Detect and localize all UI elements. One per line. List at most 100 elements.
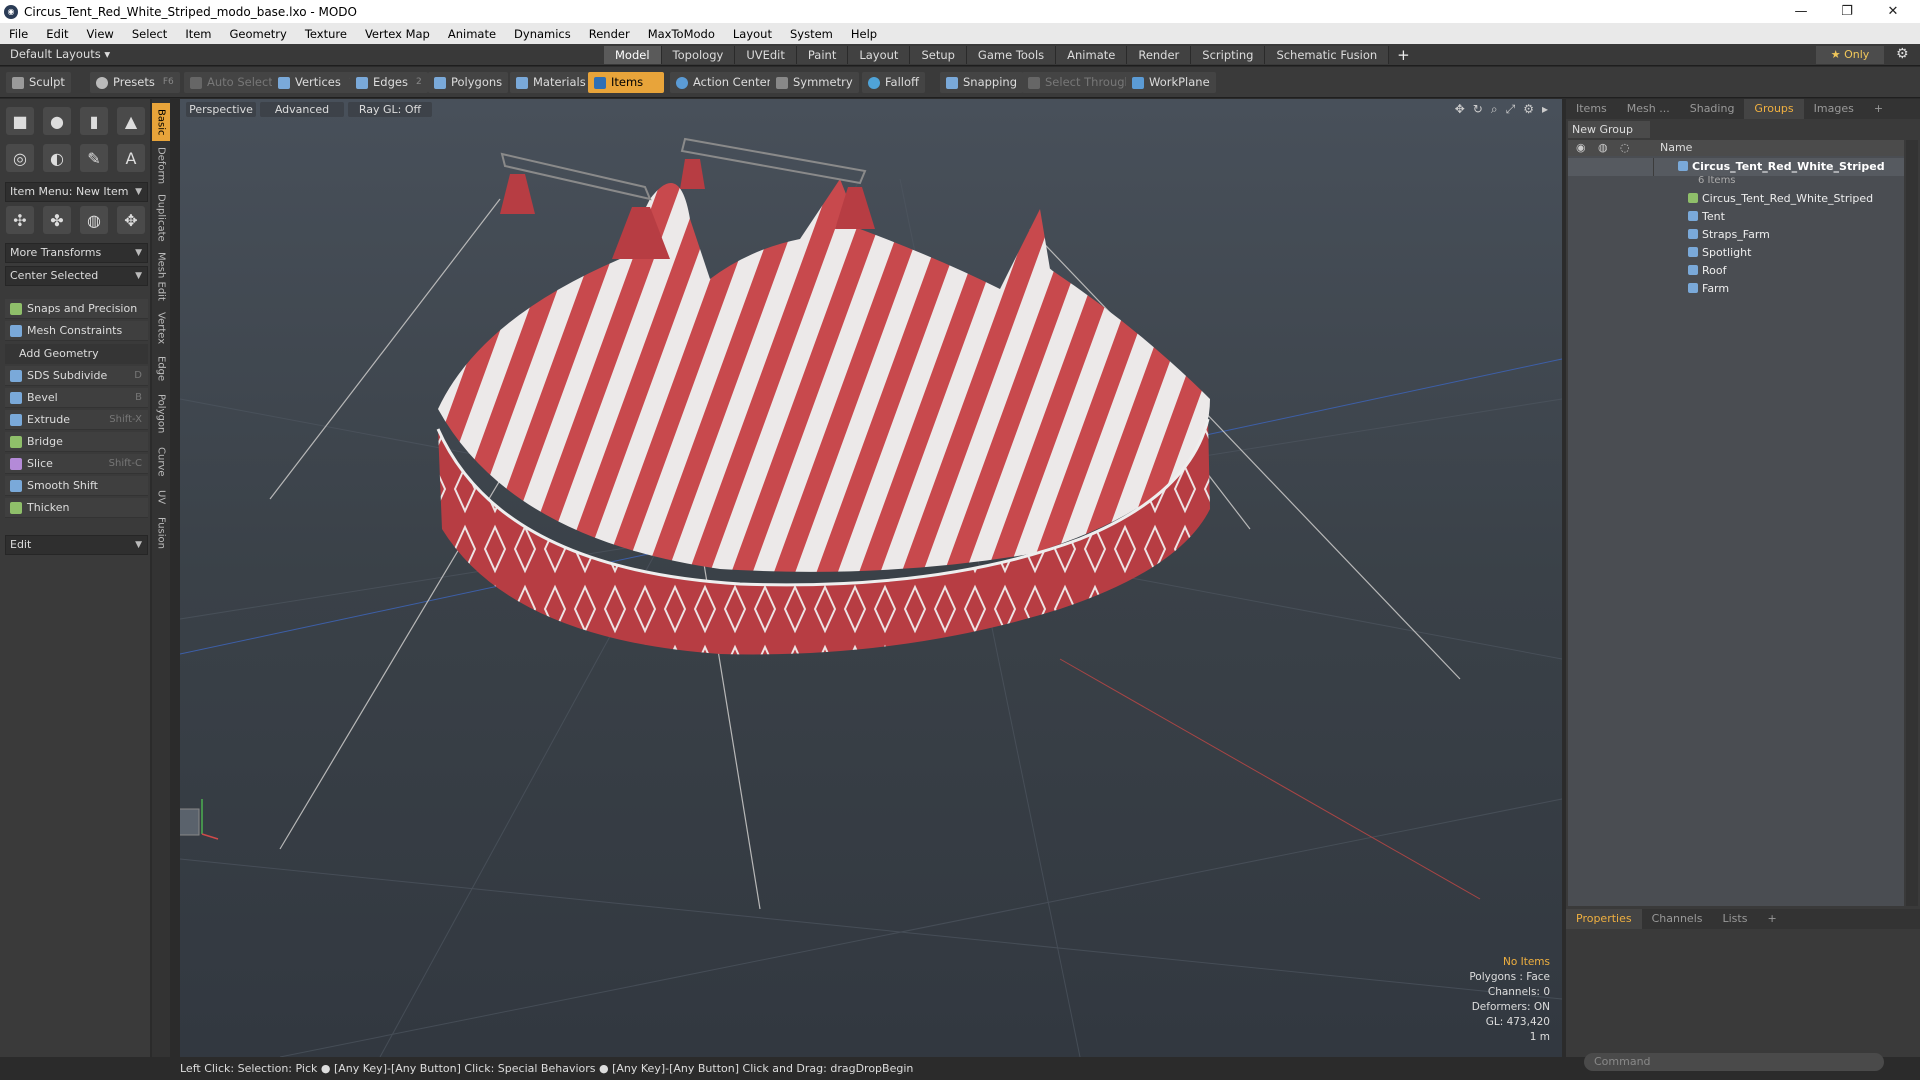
tab-topology[interactable]: Topology [661, 46, 736, 64]
add-tab-icon[interactable]: + [1397, 46, 1410, 64]
add-geometry-section[interactable]: Add Geometry [5, 344, 148, 364]
tool-bridge[interactable]: Bridge [5, 432, 148, 452]
cylinder-icon[interactable]: ▮ [80, 107, 108, 135]
menu-dynamics[interactable]: Dynamics [505, 27, 580, 41]
scale-icon[interactable]: ◍ [80, 206, 108, 234]
eye-icon[interactable]: ◉ [1576, 140, 1586, 156]
vtab-edge[interactable]: Edge [152, 353, 170, 385]
render-icon[interactable]: ◌ [1620, 140, 1630, 156]
auto-select-button[interactable]: Auto Select [184, 72, 279, 93]
default-layouts-dropdown[interactable]: Default Layouts ▾ [10, 47, 110, 61]
move-icon[interactable]: ✣ [6, 206, 34, 234]
tool-slice[interactable]: Slice Shift-C [5, 454, 148, 474]
falloff-button[interactable]: Falloff [862, 72, 925, 93]
3d-viewport[interactable]: Perspective Advanced Ray GL: Off ✥ ↻ ⌕ ⤢… [180, 99, 1562, 1057]
lock-icon[interactable]: ◍ [1598, 140, 1608, 156]
symmetry-button[interactable]: Symmetry [770, 72, 859, 93]
tab-mesh[interactable]: Mesh ... [1617, 99, 1680, 119]
menu-select[interactable]: Select [123, 27, 176, 41]
edges-button[interactable]: Edges 2 [350, 72, 428, 93]
tab-render[interactable]: Render [1127, 46, 1192, 64]
vtab-mesh-edit[interactable]: Mesh Edit [152, 249, 170, 303]
menu-view[interactable]: View [78, 27, 123, 41]
tab-images[interactable]: Images [1804, 99, 1864, 119]
capsule-icon[interactable]: ◐ [43, 144, 71, 172]
tab-shading[interactable]: Shading [1680, 99, 1745, 119]
new-group-button[interactable]: New Group [1568, 121, 1650, 138]
tool-thicken[interactable]: Thicken [5, 498, 148, 518]
torus-icon[interactable]: ◎ [6, 144, 34, 172]
zoom-icon[interactable]: ⌕ [1491, 102, 1498, 117]
center-selected-dropdown[interactable]: Center Selected ▼ [5, 266, 148, 286]
vtab-uv[interactable]: UV [152, 485, 170, 509]
menu-geometry[interactable]: Geometry [221, 27, 296, 41]
sculpt-button[interactable]: Sculpt [6, 72, 71, 93]
tab-scripting[interactable]: Scripting [1191, 46, 1266, 64]
vtab-vertex[interactable]: Vertex [152, 307, 170, 349]
close-icon[interactable]: ✕ [1870, 0, 1916, 23]
advanced-button[interactable]: Advanced [260, 102, 344, 117]
menu-edit[interactable]: Edit [37, 27, 77, 41]
mesh-constraints-item[interactable]: Mesh Constraints [5, 321, 148, 341]
snapping-button[interactable]: Snapping [940, 72, 1024, 93]
tab-properties[interactable]: Properties [1566, 909, 1642, 929]
vtab-polygon[interactable]: Polygon [152, 389, 170, 439]
raygl-button[interactable]: Ray GL: Off [348, 102, 432, 117]
presets-button[interactable]: Presets F6 [90, 72, 180, 93]
transform-icon[interactable]: ✥ [117, 206, 145, 234]
vertices-button[interactable]: Vertices1 [272, 72, 361, 93]
pan-icon[interactable]: ✥ [1455, 102, 1465, 117]
minimize-icon[interactable]: — [1778, 0, 1824, 23]
tab-layout[interactable]: Layout [848, 46, 911, 64]
settings-icon[interactable]: ⚙ [1523, 102, 1534, 117]
tree-item-roof[interactable]: Roof [1568, 262, 1904, 280]
menu-help[interactable]: Help [842, 27, 886, 41]
orbit-icon[interactable]: ↻ [1473, 102, 1483, 117]
gear-icon[interactable]: ⚙ [1896, 46, 1909, 62]
cube-icon[interactable]: ■ [6, 107, 34, 135]
tree-scrollbar[interactable] [1906, 140, 1918, 906]
tree-item-circus-tent[interactable]: Circus_Tent_Red_White_Striped [1568, 190, 1904, 208]
tool-bevel[interactable]: Bevel B [5, 388, 148, 408]
tool-smooth-shift[interactable]: Smooth Shift [5, 476, 148, 496]
menu-item[interactable]: Item [176, 27, 220, 41]
menu-file[interactable]: File [0, 27, 37, 41]
tool-sds-subdivide[interactable]: SDS Subdivide D [5, 366, 148, 386]
vtab-duplicate[interactable]: Duplicate [152, 191, 170, 245]
vtab-fusion[interactable]: Fusion [152, 513, 170, 553]
vtab-basic[interactable]: Basic [152, 103, 170, 141]
perspective-button[interactable]: Perspective [186, 102, 256, 117]
cone-icon[interactable]: ▲ [117, 107, 145, 135]
tree-item-farm[interactable]: Farm [1568, 280, 1904, 298]
action-center-button[interactable]: Action Center [670, 72, 778, 93]
tree-item-spotlight[interactable]: Spotlight [1568, 244, 1904, 262]
menu-texture[interactable]: Texture [296, 27, 356, 41]
polygons-button[interactable]: Polygons [428, 72, 509, 93]
menu-animate[interactable]: Animate [439, 27, 505, 41]
command-input[interactable]: Command [1584, 1053, 1884, 1071]
menu-render[interactable]: Render [580, 27, 639, 41]
restore-icon[interactable]: ❐ [1824, 0, 1870, 23]
vtab-curve[interactable]: Curve [152, 443, 170, 481]
add-tab-icon[interactable]: + [1757, 909, 1786, 929]
fit-icon[interactable]: ⤢ [1506, 102, 1516, 117]
text-icon[interactable]: A [117, 144, 145, 172]
tree-item-tent[interactable]: Tent [1568, 208, 1904, 226]
tab-setup[interactable]: Setup [910, 46, 967, 64]
tab-channels[interactable]: Channels [1642, 909, 1713, 929]
tab-game-tools[interactable]: Game Tools [966, 46, 1057, 64]
menu-vertex-map[interactable]: Vertex Map [356, 27, 439, 41]
workplane-button[interactable]: WorkPlane [1126, 72, 1216, 93]
items-button[interactable]: Items [588, 72, 664, 93]
tab-paint[interactable]: Paint [796, 46, 849, 64]
tab-animate[interactable]: Animate [1056, 46, 1128, 64]
snaps-precision-item[interactable]: Snaps and Precision [5, 299, 148, 319]
expand-arrow-icon[interactable]: ▸ [1542, 102, 1548, 117]
materials-button[interactable]: Materials [510, 72, 592, 93]
tab-items[interactable]: Items [1566, 99, 1617, 119]
tab-model[interactable]: Model [604, 46, 662, 64]
menu-maxtomodo[interactable]: MaxToModo [639, 27, 724, 41]
tab-schematic-fusion[interactable]: Schematic Fusion [1265, 46, 1390, 64]
tool-extrude[interactable]: Extrude Shift-X [5, 410, 148, 430]
add-tab-icon[interactable]: + [1864, 99, 1893, 119]
